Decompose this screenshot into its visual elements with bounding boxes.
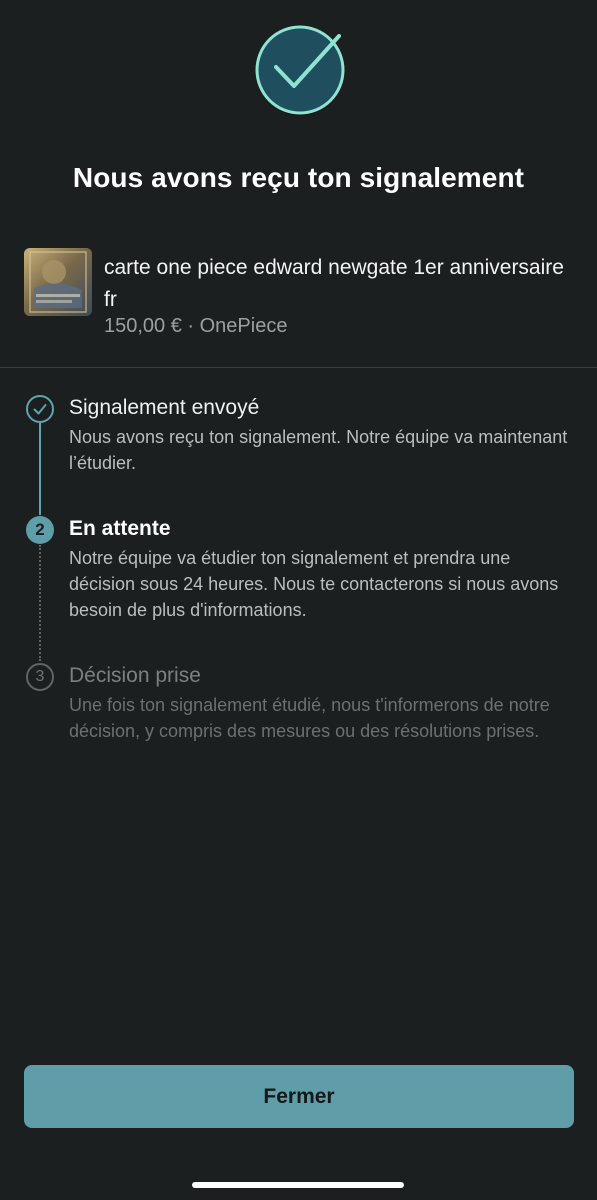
step-description: Une fois ton signalement étudié, nous t'… (69, 695, 550, 741)
reported-item: carte one piece edward newgate 1er anniv… (24, 248, 574, 338)
step-title: Signalement envoyé (69, 396, 260, 419)
timeline-connector-complete (39, 423, 41, 515)
page-title: Nous avons reçu ton signalement (72, 162, 525, 193)
timeline-connector-pending (39, 545, 41, 661)
check-circle-icon (255, 25, 345, 116)
step-title: En attente (69, 517, 171, 540)
step-number-badge: 2 (26, 516, 54, 544)
item-title[interactable]: carte one piece edward newgate 1er anniv… (104, 252, 564, 316)
item-thumbnail (24, 248, 92, 316)
close-button[interactable]: Fermer (24, 1065, 574, 1128)
step-title: Décision prise (69, 664, 201, 687)
home-indicator[interactable] (192, 1182, 404, 1188)
report-confirmation-screen: Nous avons reçu ton signalement carte on… (0, 0, 597, 1200)
step-description: Notre équipe va étudier ton signalement … (69, 548, 559, 620)
card-image (24, 248, 92, 316)
step-number-badge: 3 (26, 663, 54, 691)
divider (0, 367, 597, 368)
item-price-and-category: 150,00 € · OnePiece (104, 315, 288, 337)
step-description: Nous avons reçu ton signalement. Notre é… (69, 427, 568, 473)
check-icon (26, 395, 54, 423)
